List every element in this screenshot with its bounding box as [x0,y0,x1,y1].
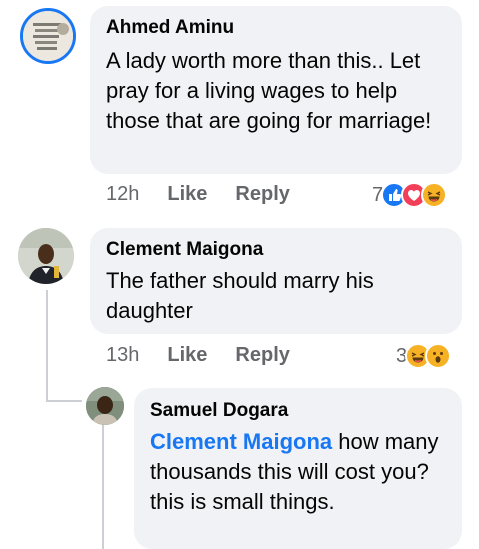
comment-author[interactable]: Samuel Dogara [150,400,288,422]
comment-author[interactable]: Clement Maigona [106,239,263,261]
like-button[interactable]: Like [167,344,207,366]
comment-author[interactable]: Ahmed Aminu [106,17,234,39]
mention-link[interactable]: Clement Maigona [150,429,332,454]
comment-text: The father should marry his daughter [106,268,374,323]
comment-timestamp[interactable]: 12h [106,183,139,205]
like-button[interactable]: Like [167,183,207,205]
reaction-summary[interactable]: 7 [372,182,448,208]
comment-text: Clement Maigona how many thousands this … [150,427,440,517]
comment-meta: 12h Like Reply [106,183,290,206]
thread-line-vertical [46,290,48,402]
haha-icon [421,182,448,208]
avatar[interactable] [18,228,74,284]
comment-text: A lady worth more than this.. Let pray f… [106,48,432,133]
avatar-image [86,387,124,425]
thread-line-horizontal [46,400,82,402]
comment-timestamp[interactable]: 13h [106,344,139,366]
thread-line-vertical-reply [102,420,104,549]
comment-meta: 13h Like Reply [106,344,290,367]
avatar[interactable] [86,387,124,425]
avatar-image [23,11,73,61]
reply-button[interactable]: Reply [235,344,289,366]
avatar-image [18,228,74,284]
reply-button[interactable]: Reply [235,183,289,205]
avatar[interactable] [20,8,76,64]
wow-icon [425,343,452,369]
reaction-summary[interactable]: 3 [396,343,452,369]
